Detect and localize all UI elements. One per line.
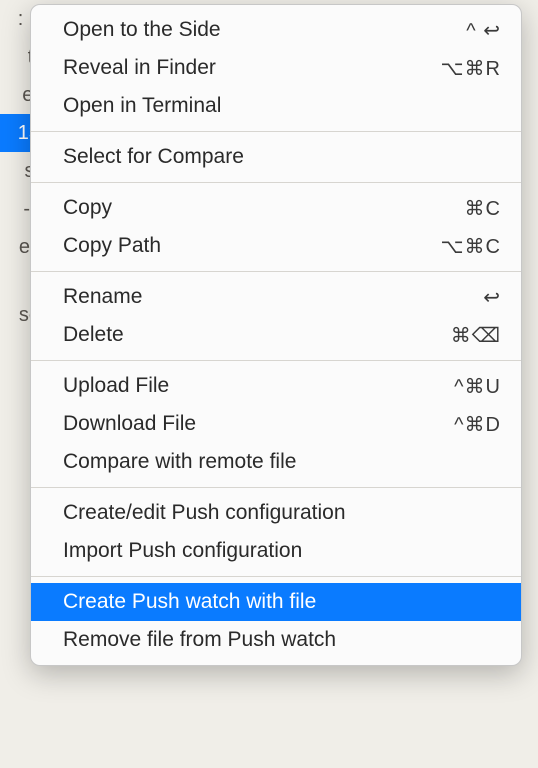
menu-item-delete[interactable]: Delete ⌘⌫: [31, 316, 521, 354]
menu-item-label: Upload File: [63, 374, 169, 398]
menu-item-label: Open to the Side: [63, 18, 221, 42]
menu-item-import-push-config[interactable]: Import Push configuration: [31, 532, 521, 570]
menu-item-shortcut: ^⌘D: [454, 412, 501, 437]
menu-item-copy-path[interactable]: Copy Path ⌥⌘C: [31, 227, 521, 265]
menu-separator: [31, 131, 521, 132]
menu-item-open-in-terminal[interactable]: Open in Terminal: [31, 87, 521, 125]
menu-item-remove-push-watch[interactable]: Remove file from Push watch: [31, 621, 521, 659]
menu-separator: [31, 271, 521, 272]
menu-item-label: Import Push configuration: [63, 539, 302, 563]
menu-item-label: Create/edit Push configuration: [63, 501, 346, 525]
menu-item-shortcut: ^⌘U: [454, 374, 501, 399]
menu-item-label: Copy Path: [63, 234, 161, 258]
context-menu: Open to the Side ^ ↩ Reveal in Finder ⌥⌘…: [30, 4, 522, 666]
menu-item-open-to-side[interactable]: Open to the Side ^ ↩: [31, 11, 521, 49]
menu-separator: [31, 487, 521, 488]
menu-item-label: Open in Terminal: [63, 94, 221, 118]
menu-item-shortcut: ↩: [483, 285, 501, 310]
menu-item-label: Select for Compare: [63, 145, 244, 169]
menu-item-compare-remote[interactable]: Compare with remote file: [31, 443, 521, 481]
menu-item-download-file[interactable]: Download File ^⌘D: [31, 405, 521, 443]
menu-item-select-for-compare[interactable]: Select for Compare: [31, 138, 521, 176]
menu-item-upload-file[interactable]: Upload File ^⌘U: [31, 367, 521, 405]
menu-item-shortcut: ⌥⌘C: [441, 234, 502, 259]
menu-item-label: Remove file from Push watch: [63, 628, 336, 652]
menu-item-label: Delete: [63, 323, 124, 347]
menu-item-shortcut: ^ ↩: [466, 18, 501, 43]
menu-item-label: Compare with remote file: [63, 450, 296, 474]
menu-item-shortcut: ⌘⌫: [451, 323, 501, 348]
menu-separator: [31, 576, 521, 577]
menu-item-create-edit-push-config[interactable]: Create/edit Push configuration: [31, 494, 521, 532]
menu-separator: [31, 182, 521, 183]
menu-item-label: Rename: [63, 285, 142, 309]
menu-item-label: Reveal in Finder: [63, 56, 216, 80]
menu-item-label: Create Push watch with file: [63, 590, 316, 614]
menu-item-reveal-in-finder[interactable]: Reveal in Finder ⌥⌘R: [31, 49, 521, 87]
menu-item-copy[interactable]: Copy ⌘C: [31, 189, 521, 227]
menu-item-create-push-watch[interactable]: Create Push watch with file: [31, 583, 521, 621]
menu-item-shortcut: ⌘C: [465, 196, 501, 221]
menu-item-label: Download File: [63, 412, 196, 436]
menu-item-shortcut: ⌥⌘R: [441, 56, 502, 81]
menu-item-label: Copy: [63, 196, 112, 220]
menu-separator: [31, 360, 521, 361]
menu-item-rename[interactable]: Rename ↩: [31, 278, 521, 316]
